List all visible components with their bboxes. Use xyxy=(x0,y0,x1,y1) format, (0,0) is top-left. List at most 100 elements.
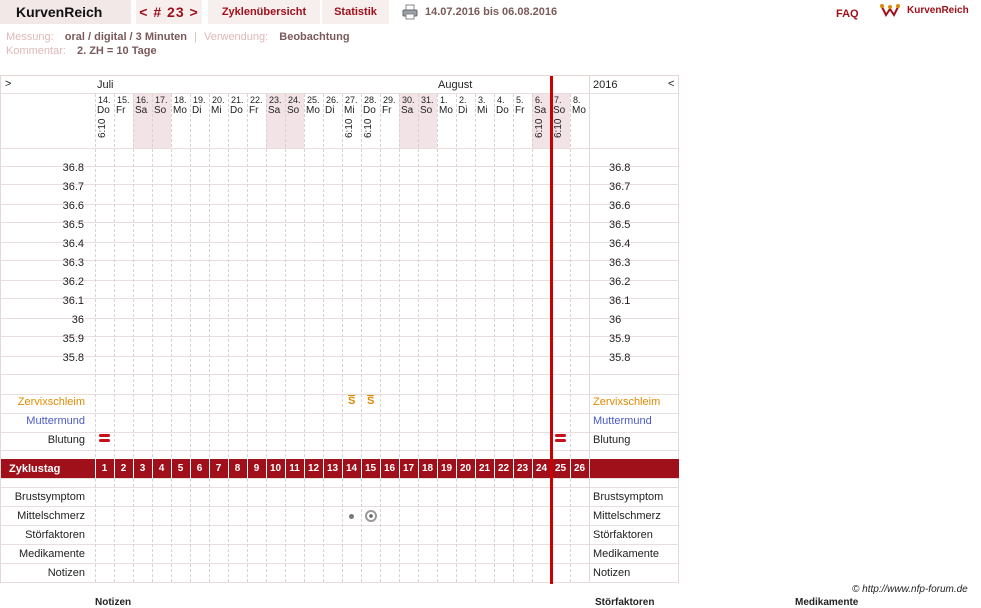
cycleday-divider xyxy=(228,459,229,478)
cycleday-number: 15 xyxy=(364,463,377,474)
cycleday-divider xyxy=(247,459,248,478)
grid-hline xyxy=(1,242,679,243)
temp-label-right: 36.6 xyxy=(609,200,631,212)
day-date-label: 26. xyxy=(326,95,339,105)
cycleday-divider xyxy=(133,459,134,478)
mucus-symbol[interactable]: S xyxy=(348,395,356,407)
measurement-time: 6:10 xyxy=(344,118,355,138)
grid-vline xyxy=(589,76,590,582)
cycleday-divider xyxy=(380,459,381,478)
grid-vline xyxy=(513,94,514,582)
mucus-symbol[interactable]: S xyxy=(367,395,375,407)
grid-vline xyxy=(380,94,381,582)
grid-hline xyxy=(1,506,679,507)
faq-link[interactable]: FAQ xyxy=(836,8,859,20)
row-label-bleeding: Blutung xyxy=(47,434,85,446)
cycleday-number: 12 xyxy=(307,463,320,474)
grid-vline xyxy=(418,94,419,582)
day-date-label: 6. xyxy=(535,95,543,105)
cycleday-divider xyxy=(95,459,96,478)
cycleday-number: 11 xyxy=(289,463,300,474)
cycleday-divider xyxy=(266,459,267,478)
temp-label-right: 35.9 xyxy=(609,333,631,345)
printer-icon[interactable] xyxy=(402,4,418,20)
grid-vline xyxy=(209,94,210,582)
temp-label-right: 36.8 xyxy=(609,162,631,174)
nav-next[interactable]: < xyxy=(668,78,674,90)
use-label: Verwendung: xyxy=(203,31,269,43)
grid-hline xyxy=(1,222,679,223)
day-weekday-label: Mo xyxy=(306,105,320,116)
forum-credit[interactable]: © http://www.nfp-forum.de xyxy=(852,584,968,595)
grid-hline xyxy=(1,166,679,167)
grid-hline xyxy=(1,563,679,564)
bleeding-marker[interactable] xyxy=(99,439,110,442)
temp-label-left: 36.7 xyxy=(62,181,84,193)
day-date-label: 1. xyxy=(440,95,448,105)
day-weekday-label: Fr xyxy=(116,105,126,116)
day-date-label: 8. xyxy=(573,95,581,105)
cycle-switcher[interactable]: < # 23 > xyxy=(136,0,202,24)
nav-prev[interactable]: > xyxy=(5,78,11,90)
day-weekday-label: So xyxy=(154,105,167,116)
statistics-link[interactable]: Statistik xyxy=(322,0,389,24)
measurement-time: 6:10 xyxy=(97,118,108,138)
day-date-label: 3. xyxy=(478,95,486,105)
day-weekday-label: Mi xyxy=(477,105,488,116)
month-august: August xyxy=(438,79,473,91)
top-bar: KurvenReich < # 23 > Zyklenübersicht Sta… xyxy=(0,0,981,26)
day-weekday-label: Sa xyxy=(135,105,148,116)
cycleday-divider xyxy=(190,459,191,478)
midpain-dot[interactable] xyxy=(349,514,354,519)
grid-vline xyxy=(190,94,191,582)
bleeding-marker[interactable] xyxy=(555,434,566,437)
cycleday-number: 20 xyxy=(459,463,472,474)
grid-hline xyxy=(1,184,679,185)
day-date-label: 15. xyxy=(117,95,130,105)
logo-text[interactable]: KurvenReich xyxy=(907,5,969,16)
row-label-midpain: Mittelschmerz xyxy=(17,510,85,522)
cycleday-divider xyxy=(304,459,305,478)
midpain-ring[interactable] xyxy=(365,510,377,522)
grid-hline xyxy=(1,413,679,414)
day-weekday-label: Mo xyxy=(439,105,453,116)
row-label-cervix: Muttermund xyxy=(26,415,85,427)
app-title[interactable]: KurvenReich xyxy=(0,0,131,24)
day-date-label: 29. xyxy=(383,95,396,105)
row-label-mucus-right: Zervixschleim xyxy=(593,396,661,408)
cycleday-number: 25 xyxy=(554,463,567,474)
cycleday-divider xyxy=(437,459,438,478)
grid-vline xyxy=(152,94,153,582)
cycleday-divider xyxy=(475,459,476,478)
measurement-info: Messung: oral / digital / 3 Minuten | Ve… xyxy=(6,31,350,43)
grid-hline xyxy=(1,582,679,583)
measure-value: oral / digital / 3 Minuten xyxy=(64,31,187,43)
grid-hline xyxy=(1,525,679,526)
day-date-label: 16. xyxy=(136,95,149,105)
day-date-label: 18. xyxy=(174,95,187,105)
grid-vline xyxy=(399,94,400,582)
year-label: 2016 xyxy=(593,79,618,91)
day-date-label: 30. xyxy=(402,95,415,105)
temp-label-left: 36.6 xyxy=(62,200,84,212)
cycleday-divider xyxy=(285,459,286,478)
cycleday-divider xyxy=(399,459,400,478)
crown-logo-icon[interactable] xyxy=(880,3,900,19)
grid-hline xyxy=(1,260,679,261)
row-label-meds: Medikamente xyxy=(18,548,85,560)
bleeding-marker[interactable] xyxy=(555,439,566,442)
cycleday-number: 14 xyxy=(345,463,358,474)
row-label-disturb-right: Störfaktoren xyxy=(593,529,653,541)
cycleday-number: 10 xyxy=(269,463,282,474)
cycleday-number: 9 xyxy=(253,463,260,474)
day-date-label: 31. xyxy=(421,95,434,105)
comment-value: 2. ZH = 10 Tage xyxy=(76,45,157,57)
cycle-overview-link[interactable]: Zyklenübersicht xyxy=(208,0,320,24)
cycleday-number: 13 xyxy=(326,463,339,474)
day-weekday-label: Sa xyxy=(268,105,281,116)
day-weekday-label: Di xyxy=(325,105,335,116)
day-weekday-label: Fr xyxy=(382,105,392,116)
bleeding-marker[interactable] xyxy=(99,434,110,437)
current-day-line xyxy=(550,76,553,584)
temp-label-right: 36.3 xyxy=(609,257,631,269)
